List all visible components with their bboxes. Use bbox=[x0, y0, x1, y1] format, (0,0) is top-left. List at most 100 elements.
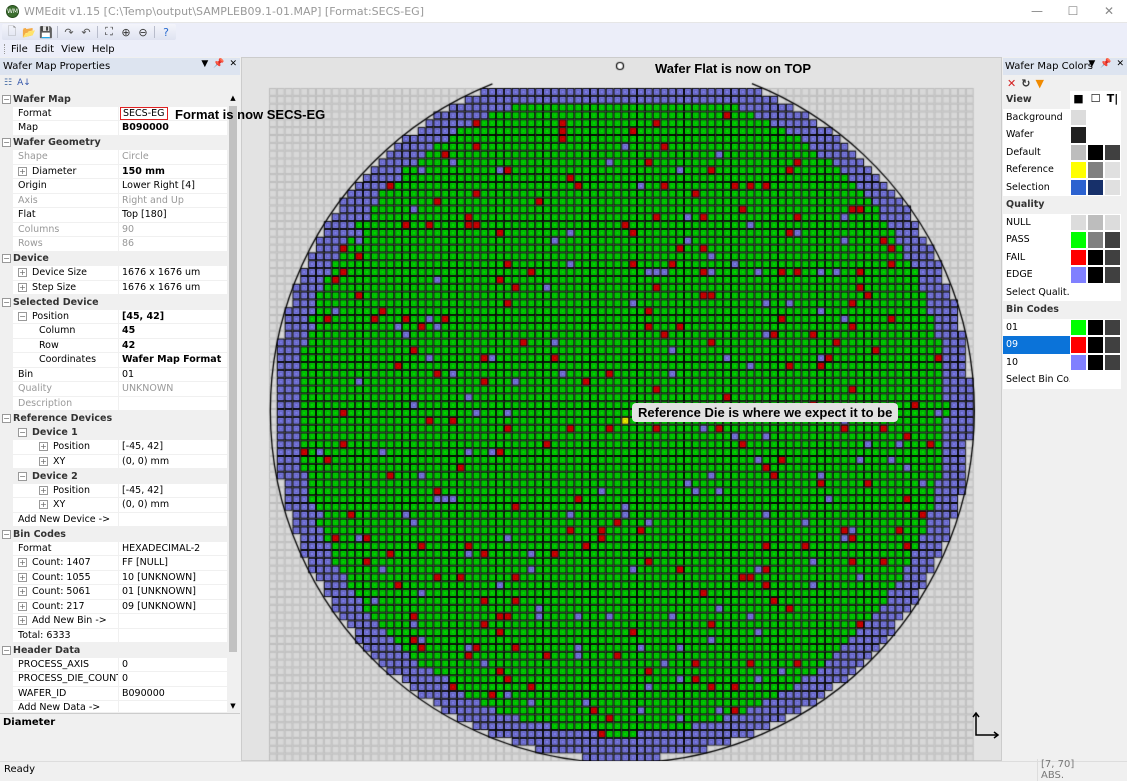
color-swatch[interactable] bbox=[1070, 371, 1087, 389]
color-swatch[interactable] bbox=[1070, 213, 1087, 231]
color-row[interactable]: 09 bbox=[1003, 336, 1127, 354]
color-swatch[interactable] bbox=[1070, 283, 1087, 301]
menu-file[interactable]: File bbox=[11, 44, 28, 55]
property-category[interactable]: − Wafer Map bbox=[0, 92, 227, 107]
menu-view[interactable]: View bbox=[61, 44, 85, 55]
color-swatch[interactable] bbox=[1087, 336, 1104, 354]
color-swatch[interactable] bbox=[1070, 143, 1087, 161]
property-value[interactable]: (0, 0) mm bbox=[119, 498, 227, 513]
property-value[interactable]: [45, 42] bbox=[119, 310, 227, 324]
property-row[interactable]: Shape Circle bbox=[0, 150, 227, 165]
color-swatch[interactable] bbox=[1087, 283, 1104, 301]
color-swatch[interactable] bbox=[1070, 353, 1087, 371]
color-row[interactable]: Background bbox=[1003, 108, 1127, 126]
expand-icon[interactable]: + bbox=[18, 558, 27, 568]
property-value[interactable] bbox=[119, 513, 227, 527]
collapse-icon[interactable]: − bbox=[2, 413, 11, 423]
color-swatch[interactable] bbox=[1104, 161, 1121, 179]
delete-icon[interactable]: ✕ bbox=[1007, 77, 1016, 90]
collapse-icon[interactable]: − bbox=[18, 471, 27, 481]
expand-icon[interactable]: + bbox=[18, 282, 27, 292]
collapse-icon[interactable]: − bbox=[2, 94, 11, 104]
property-row[interactable]: Total: 6333 bbox=[0, 628, 227, 643]
color-swatch[interactable] bbox=[1087, 318, 1104, 336]
property-row[interactable]: + Count: 217 09 [UNKNOWN] bbox=[0, 599, 227, 614]
property-row[interactable]: + Count: 1407 FF [NULL] bbox=[0, 556, 227, 571]
property-value[interactable] bbox=[119, 397, 227, 411]
property-value[interactable]: 45 bbox=[119, 324, 227, 339]
property-category[interactable]: − Wafer Geometry bbox=[0, 135, 227, 150]
property-value[interactable] bbox=[119, 629, 227, 643]
filter-icon[interactable]: ▼ bbox=[1035, 77, 1043, 90]
property-value[interactable]: B090000 bbox=[119, 121, 227, 136]
property-category[interactable]: − Header Data bbox=[0, 643, 227, 658]
property-row[interactable]: Add New Device -> bbox=[0, 512, 227, 527]
color-swatch[interactable] bbox=[1104, 126, 1121, 144]
property-value[interactable]: 0 bbox=[119, 658, 227, 672]
color-swatch[interactable] bbox=[1104, 318, 1121, 336]
expand-icon[interactable]: + bbox=[18, 601, 27, 611]
property-value[interactable] bbox=[119, 701, 227, 712]
redo-icon[interactable]: ↷ bbox=[61, 24, 77, 40]
property-row[interactable]: + Position [-45, 42] bbox=[0, 483, 227, 498]
collapse-icon[interactable]: − bbox=[18, 311, 27, 321]
color-swatch[interactable] bbox=[1087, 178, 1104, 196]
color-swatch[interactable] bbox=[1070, 266, 1087, 284]
color-swatch[interactable] bbox=[1104, 266, 1121, 284]
color-row[interactable]: Select Qualit... bbox=[1003, 283, 1127, 301]
property-value[interactable]: HEXADECIMAL-2 bbox=[119, 542, 227, 556]
color-swatch[interactable] bbox=[1070, 178, 1087, 196]
collapse-icon[interactable]: − bbox=[2, 297, 11, 307]
color-swatch[interactable] bbox=[1070, 108, 1087, 126]
color-swatch[interactable] bbox=[1104, 353, 1121, 371]
panel-close-icon[interactable]: ✕ bbox=[229, 59, 237, 69]
property-value[interactable]: 90 bbox=[119, 223, 227, 237]
color-swatch[interactable] bbox=[1070, 161, 1087, 179]
property-value[interactable]: Right and Up bbox=[119, 194, 227, 208]
color-swatch[interactable] bbox=[1104, 178, 1121, 196]
property-row[interactable]: − Device 1 bbox=[0, 425, 227, 440]
property-row[interactable]: − Device 2 bbox=[0, 469, 227, 484]
property-value[interactable]: 1676 x 1676 um bbox=[119, 266, 227, 281]
color-swatch[interactable] bbox=[1087, 161, 1104, 179]
color-swatch[interactable] bbox=[1104, 336, 1121, 354]
color-row[interactable]: Wafer bbox=[1003, 126, 1127, 144]
color-swatch[interactable] bbox=[1104, 283, 1121, 301]
scroll-thumb[interactable] bbox=[229, 106, 237, 652]
property-row[interactable]: Row 42 bbox=[0, 338, 227, 353]
maximize-button[interactable]: ☐ bbox=[1055, 0, 1091, 23]
property-row[interactable]: + Position [-45, 42] bbox=[0, 440, 227, 455]
property-value[interactable]: FF [NULL] bbox=[119, 556, 227, 571]
alphabetical-sort-icon[interactable]: A↓ bbox=[17, 78, 31, 88]
property-row[interactable]: + Count: 1055 10 [UNKNOWN] bbox=[0, 570, 227, 585]
color-swatch[interactable] bbox=[1104, 143, 1121, 161]
property-value[interactable]: 01 [UNKNOWN] bbox=[119, 585, 227, 600]
property-value[interactable]: 86 bbox=[119, 237, 227, 252]
fit-icon[interactable]: ⛶ bbox=[101, 24, 117, 40]
color-swatch[interactable] bbox=[1104, 371, 1121, 389]
categorized-icon[interactable]: ☷ bbox=[4, 78, 12, 88]
collapse-icon[interactable]: − bbox=[18, 428, 27, 438]
scroll-up-icon[interactable]: ▲ bbox=[227, 92, 239, 104]
property-value[interactable]: 10 [UNKNOWN] bbox=[119, 571, 227, 585]
property-value[interactable]: Lower Right [4] bbox=[119, 179, 227, 194]
property-value[interactable]: 01 bbox=[119, 368, 227, 382]
property-value[interactable]: 0 bbox=[119, 672, 227, 687]
property-row[interactable]: Column 45 bbox=[0, 324, 227, 339]
property-row[interactable]: + XY (0, 0) mm bbox=[0, 454, 227, 469]
collapse-icon[interactable]: − bbox=[2, 529, 11, 539]
property-row[interactable]: + Device Size 1676 x 1676 um bbox=[0, 266, 227, 281]
expand-icon[interactable]: + bbox=[18, 616, 27, 626]
pin-icon[interactable]: 📌 bbox=[213, 59, 224, 69]
undo-icon[interactable]: ↶ bbox=[78, 24, 94, 40]
property-value[interactable] bbox=[119, 614, 227, 629]
property-value[interactable]: Top [180] bbox=[119, 208, 227, 223]
color-row[interactable]: EDGE bbox=[1003, 266, 1127, 284]
collapse-icon[interactable]: − bbox=[2, 645, 11, 655]
menu-help[interactable]: Help bbox=[92, 44, 115, 55]
property-row[interactable]: Origin Lower Right [4] bbox=[0, 179, 227, 194]
zoom-in-icon[interactable]: ⊕ bbox=[118, 24, 134, 40]
property-row[interactable]: Quality UNKNOWN bbox=[0, 382, 227, 397]
color-swatch[interactable] bbox=[1104, 248, 1121, 266]
color-row[interactable]: FAIL bbox=[1003, 248, 1127, 266]
